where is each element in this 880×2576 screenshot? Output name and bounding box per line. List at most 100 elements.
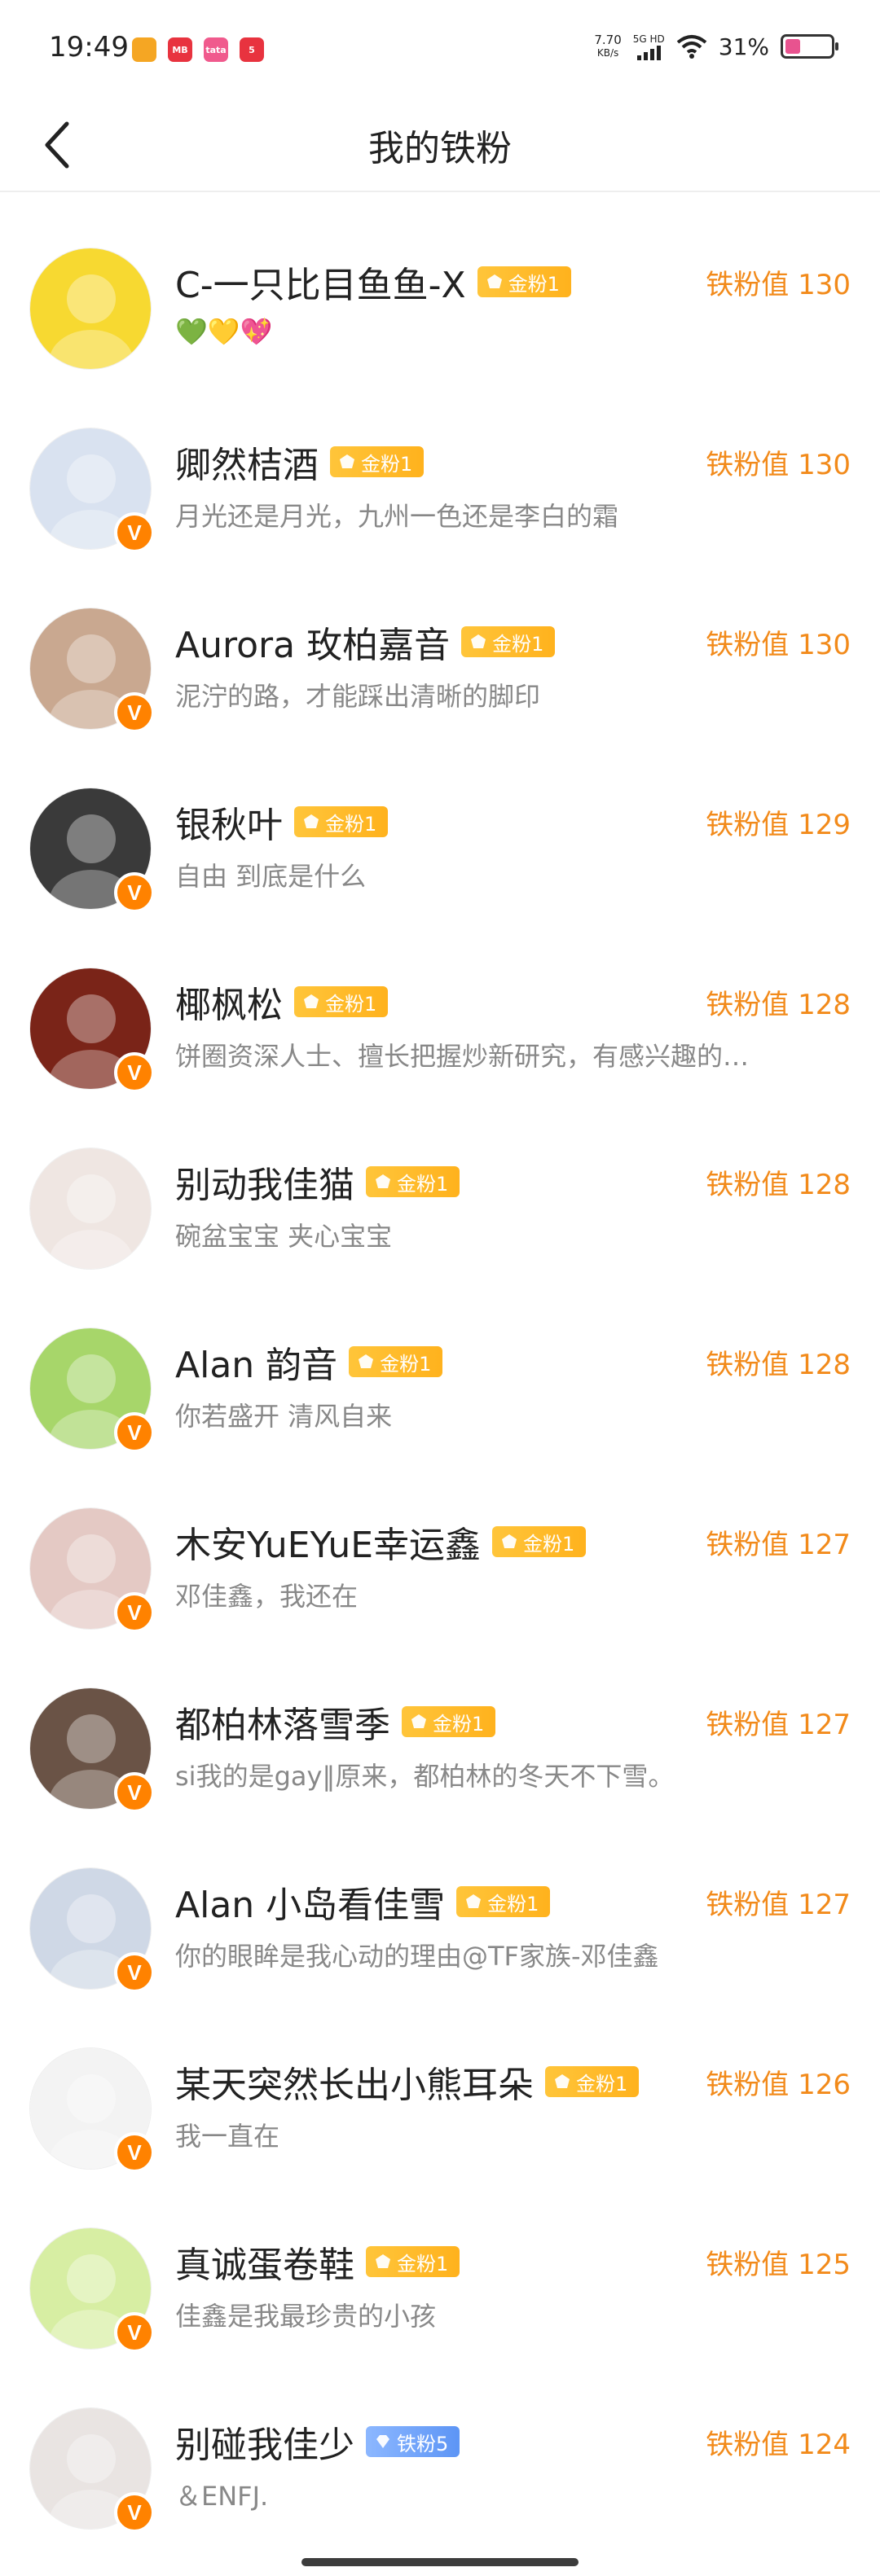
fan-bio: 邓佳鑫，我还在 [175,1581,359,1612]
gold-gem-icon [411,1714,426,1728]
fan-level-label: 金粉1 [487,1892,539,1916]
name-row: Alan 韵音 金粉1 [175,1336,443,1388]
avatar[interactable]: V [29,968,155,1093]
fan-list-item[interactable]: V Aurora 玫柏嘉音 金粉1 泥泞的路，才能踩出清晰的脚印 铁粉值 130 [0,554,880,734]
gold-gem-icon [304,994,319,1008]
fan-list-item[interactable]: C-一只比目鱼鱼-X 金粉1 💚💛💖 铁粉值 130 [0,194,880,374]
avatar[interactable]: V [29,2047,155,2173]
fan-level-badge: 金粉1 [492,1526,587,1557]
fan-bio: si我的是gay‖原来，都柏林的冬天不下雪。 [175,1761,675,1792]
gold-gem-icon [376,1174,390,1188]
battery-icon [781,34,838,59]
verified-badge-icon: V [114,692,155,733]
fan-name[interactable]: 别碰我佳少 [175,2416,354,2468]
suit-boy-avatar [29,1148,152,1270]
fan-name[interactable]: 椰枫松 [175,976,283,1028]
fan-score: 铁粉值 128 [706,1169,851,1201]
fan-level-badge: 铁粉5 [366,2426,460,2457]
avatar[interactable]: V [29,1327,155,1453]
status-bar: 19:49 MB tata 5 7.70 KB/s 5G HD 31% [0,0,880,98]
name-row: 别碰我佳少 铁粉5 [175,2417,460,2466]
fan-level-badge: 金粉1 [349,1346,443,1377]
name-row: Aurora 玫柏嘉音 金粉1 [175,616,556,668]
avatar[interactable]: V [29,1507,155,1633]
home-indicator[interactable] [301,2558,579,2566]
network-speed: 7.70 KB/s [594,33,622,59]
yellow-lion-avatar [29,248,152,370]
gold-gem-icon [486,274,502,288]
fan-list-item[interactable]: V Alan 韵音 金粉1 你若盛开 清风自来 铁粉值 128 [0,1274,880,1454]
fan-list-item[interactable]: V 银秋叶 金粉1 自由 到底是什么 铁粉值 129 [0,734,880,914]
verified-badge-icon: V [114,2492,155,2533]
name-row: 某天突然长出小熊耳朵 金粉1 [175,2056,640,2108]
battery-percent: 31% [718,33,769,60]
status-time: 19:49 [49,31,129,64]
fan-list-item[interactable]: V Alan 小岛看佳雪 金粉1 你的眼眸是我心动的理由@TF家族-邓佳鑫 铁粉值 12… [0,1814,880,1994]
fan-score: 铁粉值 127 [706,1529,851,1561]
name-row: 真诚蛋卷鞋 金粉1 [175,2237,460,2286]
fan-level-badge: 金粉1 [402,1706,496,1737]
status-app-icons: MB tata 5 [132,37,264,62]
fan-level-label: 金粉1 [433,1712,485,1736]
verified-badge-icon: V [114,1052,155,1093]
fan-score: 铁粉值 130 [706,629,851,661]
fan-level-label: 金粉1 [576,2072,628,2095]
fan-name[interactable]: 别动我佳猫 [175,1156,354,1208]
fan-level-badge: 金粉1 [456,1886,551,1917]
fan-score: 铁粉值 124 [706,2429,851,2461]
gold-gem-icon [359,1354,374,1368]
fan-bio: 月光还是月光，九州一色还是李白的霜 [175,501,619,532]
name-row: 椰枫松 金粉1 [175,976,389,1028]
fan-level-badge: 金粉1 [294,806,389,837]
fan-bio: 碗盆宝宝 夹心宝宝 [175,1221,393,1252]
page-title: 我的铁粉 [368,128,512,169]
verified-badge-icon: V [114,1952,155,1993]
fan-level-badge: 金粉1 [477,266,571,297]
gold-gem-icon [340,454,354,468]
fan-list-item[interactable]: V 卿然桔酒 金粉1 月光还是月光，九州一色还是李白的霜 铁粉值 130 [0,374,880,554]
fan-list-item[interactable]: V 木安YuEYuE幸运鑫 金粉1 邓佳鑫，我还在 铁粉值 127 [0,1454,880,1634]
fan-score: 铁粉值 126 [706,2069,851,2101]
gold-gem-icon [304,814,319,828]
avatar[interactable]: V [29,1687,155,1813]
avatar[interactable] [29,1148,152,1270]
fan-name[interactable]: 木安YuEYuE幸运鑫 [175,1516,481,1568]
avatar[interactable]: V [29,428,155,553]
fan-list-item[interactable]: V 椰枫松 金粉1 饼圈资深人士、擅长把握炒新研究，有感兴趣的… 铁粉值 128 [0,914,880,1094]
fan-name[interactable]: 某天突然长出小熊耳朵 [175,2056,534,2108]
fan-list-item[interactable]: V 别碰我佳少 铁粉5 ＆ENFJ. 铁粉值 124 [0,2354,880,2534]
avatar[interactable] [29,248,152,370]
fan-score: 铁粉值 129 [706,809,851,841]
fan-bio: ＆ENFJ. [175,2481,269,2512]
verified-badge-icon: V [114,2312,155,2353]
name-row: 木安YuEYuE幸运鑫 金粉1 [175,1516,587,1568]
avatar[interactable]: V [29,2407,155,2533]
diamond-icon [376,2435,389,2448]
fan-level-label: 金粉1 [397,1172,449,1196]
avatar[interactable]: V [29,608,155,733]
gold-gem-icon [376,2254,390,2268]
fan-score: 铁粉值 130 [706,449,851,481]
fan-name[interactable]: 真诚蛋卷鞋 [175,2236,354,2288]
avatar[interactable]: V [29,788,155,913]
signal-icon [636,46,661,60]
fan-name[interactable]: Alan 小岛看佳雪 [175,1876,445,1928]
fan-list-item[interactable]: V 都柏林落雪季 金粉1 si我的是gay‖原来，都柏林的冬天不下雪。 铁粉值 127 [0,1634,880,1814]
fan-name[interactable]: Aurora 玫柏嘉音 [175,616,450,668]
fan-name[interactable]: 卿然桔酒 [175,436,319,488]
fan-score: 铁粉值 125 [706,2249,851,2281]
fan-list-item[interactable]: 别动我佳猫 金粉1 碗盆宝宝 夹心宝宝 铁粉值 128 [0,1094,880,1274]
fan-bio: 佳鑫是我最珍贵的小孩 [175,2301,437,2332]
fan-name[interactable]: 银秋叶 [175,796,283,848]
fan-name[interactable]: Alan 韵音 [175,1336,337,1388]
fan-list-item[interactable]: V 真诚蛋卷鞋 金粉1 佳鑫是我最珍贵的小孩 铁粉值 125 [0,2174,880,2354]
fan-name[interactable]: 都柏林落雪季 [175,1696,390,1748]
fan-level-label: 金粉1 [492,632,544,656]
avatar[interactable]: V [29,1867,155,1993]
fan-level-label: 金粉1 [380,1352,432,1376]
avatar[interactable]: V [29,2227,155,2353]
fan-score: 铁粉值 127 [706,1889,851,1921]
fan-name[interactable]: C-一只比目鱼鱼-X [175,256,466,308]
verified-badge-icon: V [114,872,155,913]
fan-list-item[interactable]: V 某天突然长出小熊耳朵 金粉1 我一直在 铁粉值 126 [0,1994,880,2174]
